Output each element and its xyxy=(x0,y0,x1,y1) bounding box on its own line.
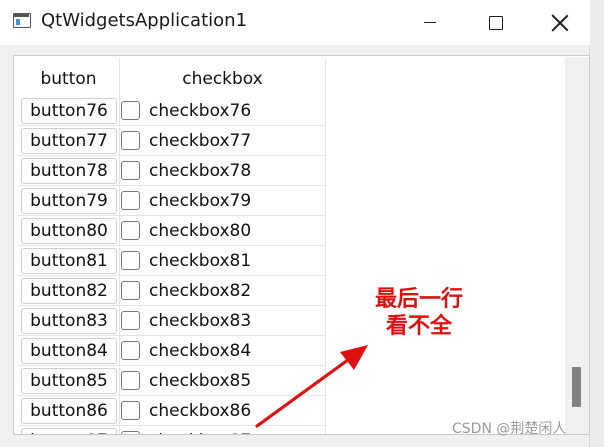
button-cell: button76 xyxy=(18,96,120,126)
header-checkbox-column[interactable]: checkbox xyxy=(120,58,326,100)
app-window: QtWidgetsApplication1 button checkbox bu… xyxy=(0,0,590,447)
scrollbar-thumb[interactable] xyxy=(572,367,581,407)
row-push-button[interactable]: button77 xyxy=(21,128,117,154)
checkbox-label[interactable]: checkbox81 xyxy=(149,251,251,271)
desktop-background xyxy=(590,0,604,447)
checkbox-cell: checkbox86 xyxy=(120,396,326,426)
checkbox-label[interactable]: checkbox85 xyxy=(149,371,251,391)
checkbox-label[interactable]: checkbox79 xyxy=(149,191,251,211)
checkbox-label[interactable]: checkbox76 xyxy=(149,101,251,121)
table-header: button checkbox xyxy=(18,58,326,100)
row-push-button[interactable]: button85 xyxy=(21,368,117,394)
checkbox-indicator[interactable] xyxy=(121,311,140,330)
table-row: button87 checkbox87 xyxy=(18,426,326,435)
checkbox-indicator[interactable] xyxy=(121,371,140,390)
annotation-line-2: 看不全 xyxy=(385,314,452,339)
button-cell: button84 xyxy=(18,336,120,366)
table-row: button79 checkbox79 xyxy=(18,186,326,216)
checkbox-cell: checkbox83 xyxy=(120,306,326,336)
table-row: button78 checkbox78 xyxy=(18,156,326,186)
checkbox-cell: checkbox87 xyxy=(120,426,326,435)
maximize-icon xyxy=(489,15,503,30)
table-row: button84 checkbox84 xyxy=(18,336,326,366)
table-body: button76 checkbox76 button77 checkbox77 butt… xyxy=(18,96,326,435)
button-cell: button81 xyxy=(18,246,120,276)
row-push-button[interactable]: button81 xyxy=(21,248,117,274)
checkbox-label[interactable]: checkbox84 xyxy=(149,341,251,361)
checkbox-label[interactable]: checkbox80 xyxy=(149,221,251,241)
table-widget[interactable]: button checkbox button76 checkbox76 button… xyxy=(13,55,590,435)
row-push-button[interactable]: button76 xyxy=(21,98,117,124)
button-cell: button87 xyxy=(18,426,120,434)
checkbox-cell: checkbox82 xyxy=(120,276,326,306)
checkbox-label[interactable]: checkbox83 xyxy=(149,311,251,331)
row-push-button[interactable]: button87 xyxy=(21,428,117,434)
window-title: QtWidgetsApplication1 xyxy=(41,10,248,31)
row-push-button[interactable]: button83 xyxy=(21,308,117,334)
checkbox-indicator[interactable] xyxy=(121,221,140,240)
checkbox-indicator[interactable] xyxy=(121,281,140,300)
checkbox-cell: checkbox77 xyxy=(120,126,326,156)
header-button-column[interactable]: button xyxy=(18,58,120,100)
checkbox-label[interactable]: checkbox86 xyxy=(149,401,251,421)
checkbox-label[interactable]: checkbox77 xyxy=(149,131,251,151)
checkbox-indicator[interactable] xyxy=(121,251,140,270)
watermark: CSDN @荆楚闲人 xyxy=(452,421,567,437)
title-bar[interactable]: QtWidgetsApplication1 xyxy=(0,0,590,45)
row-push-button[interactable]: button79 xyxy=(21,188,117,214)
row-push-button[interactable]: button78 xyxy=(21,158,117,184)
checkbox-label[interactable]: checkbox87 xyxy=(149,431,251,435)
minimize-icon xyxy=(424,21,436,24)
checkbox-indicator[interactable] xyxy=(121,191,140,210)
checkbox-indicator[interactable] xyxy=(121,131,140,150)
button-cell: button80 xyxy=(18,216,120,246)
minimize-button[interactable] xyxy=(398,0,462,45)
checkbox-indicator[interactable] xyxy=(121,101,140,120)
close-button[interactable] xyxy=(530,0,590,45)
maximize-button[interactable] xyxy=(464,0,528,45)
checkbox-indicator[interactable] xyxy=(121,401,140,420)
table-row: button85 checkbox85 xyxy=(18,366,326,396)
checkbox-cell: checkbox78 xyxy=(120,156,326,186)
checkbox-cell: checkbox85 xyxy=(120,366,326,396)
table-row: button81 checkbox81 xyxy=(18,246,326,276)
checkbox-label[interactable]: checkbox82 xyxy=(149,281,251,301)
checkbox-cell: checkbox79 xyxy=(120,186,326,216)
button-cell: button82 xyxy=(18,276,120,306)
table-row: button83 checkbox83 xyxy=(18,306,326,336)
table-row: button77 checkbox77 xyxy=(18,126,326,156)
checkbox-cell: checkbox81 xyxy=(120,246,326,276)
row-push-button[interactable]: button82 xyxy=(21,278,117,304)
button-cell: button85 xyxy=(18,366,120,396)
button-cell: button83 xyxy=(18,306,120,336)
button-cell: button77 xyxy=(18,126,120,156)
annotation-line-1: 最后一行 xyxy=(374,287,463,312)
table-row: button80 checkbox80 xyxy=(18,216,326,246)
row-push-button[interactable]: button80 xyxy=(21,218,117,244)
checkbox-label[interactable]: checkbox78 xyxy=(149,161,251,181)
row-push-button[interactable]: button84 xyxy=(21,338,117,364)
checkbox-indicator[interactable] xyxy=(121,431,140,434)
checkbox-indicator[interactable] xyxy=(121,341,140,360)
table-row: button82 checkbox82 xyxy=(18,276,326,306)
checkbox-cell: checkbox80 xyxy=(120,216,326,246)
checkbox-cell: checkbox84 xyxy=(120,336,326,366)
qt-window-icon xyxy=(13,13,31,28)
table-row: button86 checkbox86 xyxy=(18,396,326,426)
vertical-scrollbar[interactable] xyxy=(565,57,589,434)
checkbox-cell: checkbox76 xyxy=(120,96,326,126)
button-cell: button79 xyxy=(18,186,120,216)
annotation-text: 最后一行 看不全 xyxy=(354,286,484,340)
button-cell: button86 xyxy=(18,396,120,426)
close-icon xyxy=(551,14,569,32)
row-push-button[interactable]: button86 xyxy=(21,398,117,424)
checkbox-indicator[interactable] xyxy=(121,161,140,180)
button-cell: button78 xyxy=(18,156,120,186)
table-row: button76 checkbox76 xyxy=(18,96,326,126)
